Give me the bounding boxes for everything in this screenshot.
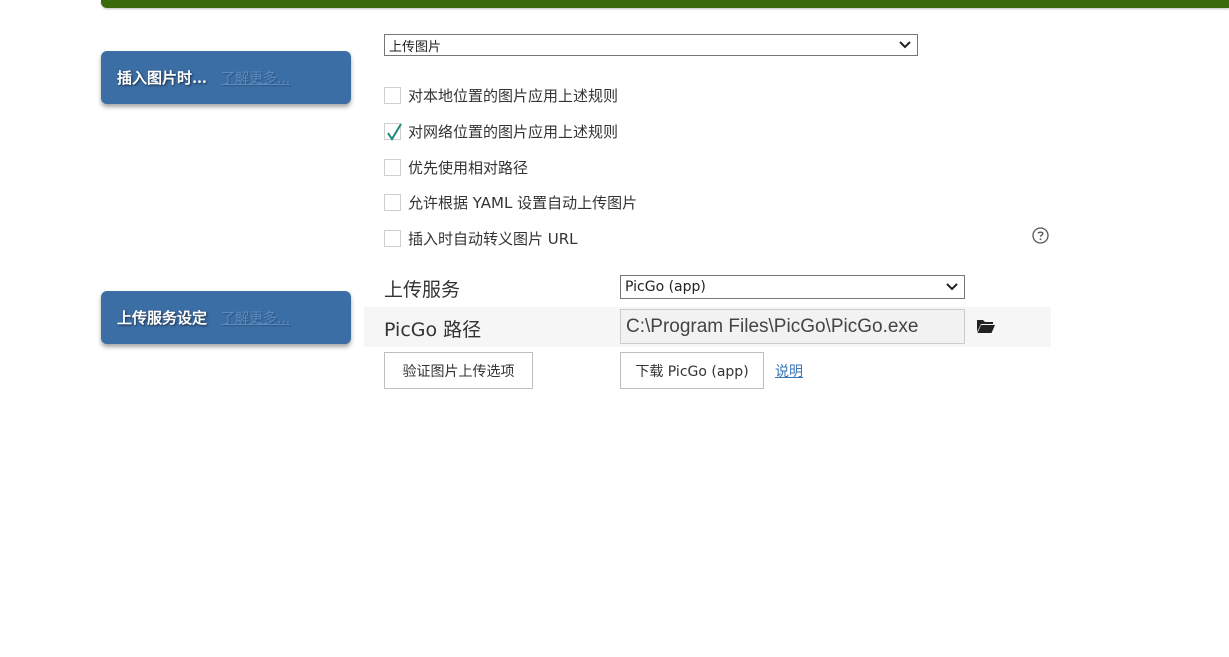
help-link[interactable]: 说明 bbox=[775, 361, 803, 381]
chevron-down-icon bbox=[899, 41, 911, 49]
folder-open-icon[interactable] bbox=[976, 318, 996, 334]
checkbox[interactable] bbox=[384, 229, 401, 247]
path-value: C:\Program Files\PicGo\PicGo.exe bbox=[626, 315, 919, 337]
download-picgo-button[interactable]: 下载 PicGo (app) bbox=[620, 352, 764, 389]
upload-service-select[interactable]: PicGo (app) bbox=[620, 275, 965, 299]
option-network-images[interactable]: 对网络位置的图片应用上述规则 bbox=[384, 120, 618, 142]
option-yaml-auto-upload[interactable]: 允许根据 YAML 设置自动上传图片 bbox=[384, 191, 637, 213]
select-value: 上传图片 bbox=[389, 39, 442, 55]
checkbox[interactable] bbox=[384, 193, 401, 211]
option-label: 优先使用相对路径 bbox=[408, 158, 529, 177]
verify-upload-button[interactable]: 验证图片上传选项 bbox=[384, 352, 533, 389]
learn-more-link[interactable]: 了解更多... bbox=[221, 68, 290, 88]
image-insert-action-select[interactable]: 上传图片 bbox=[384, 34, 918, 56]
option-label: 对本地位置的图片应用上述规则 bbox=[408, 86, 619, 105]
checkbox[interactable] bbox=[384, 86, 401, 104]
option-escape-url[interactable]: 插入时自动转义图片 URL bbox=[384, 227, 578, 249]
upload-service-label: 上传服务 bbox=[384, 279, 461, 301]
learn-more-link[interactable]: 了解更多... bbox=[221, 308, 290, 328]
question-circle-icon[interactable] bbox=[1032, 227, 1049, 244]
section-tag-image-insert: 插入图片时… 了解更多... bbox=[101, 51, 351, 104]
checkbox[interactable] bbox=[384, 158, 401, 176]
section-tag-upload-service: 上传服务设定 了解更多... bbox=[101, 291, 351, 344]
checkmark-icon bbox=[387, 122, 402, 141]
chevron-down-icon bbox=[946, 283, 958, 291]
option-local-images[interactable]: 对本地位置的图片应用上述规则 bbox=[384, 84, 618, 106]
option-label: 对网络位置的图片应用上述规则 bbox=[408, 122, 619, 141]
option-label: 允许根据 YAML 设置自动上传图片 bbox=[408, 193, 638, 212]
select-value: PicGo (app) bbox=[625, 279, 706, 295]
section-title: 插入图片时… bbox=[117, 69, 208, 87]
option-relative-path[interactable]: 优先使用相对路径 bbox=[384, 156, 528, 178]
option-label: 插入时自动转义图片 URL bbox=[408, 229, 578, 248]
picgo-path-label: PicGo 路径 bbox=[384, 319, 482, 341]
checkbox-checked[interactable] bbox=[384, 122, 402, 141]
picgo-path-input[interactable]: C:\Program Files\PicGo\PicGo.exe bbox=[620, 309, 965, 344]
top-accent-bar bbox=[101, 0, 1229, 8]
section-title: 上传服务设定 bbox=[117, 309, 208, 327]
